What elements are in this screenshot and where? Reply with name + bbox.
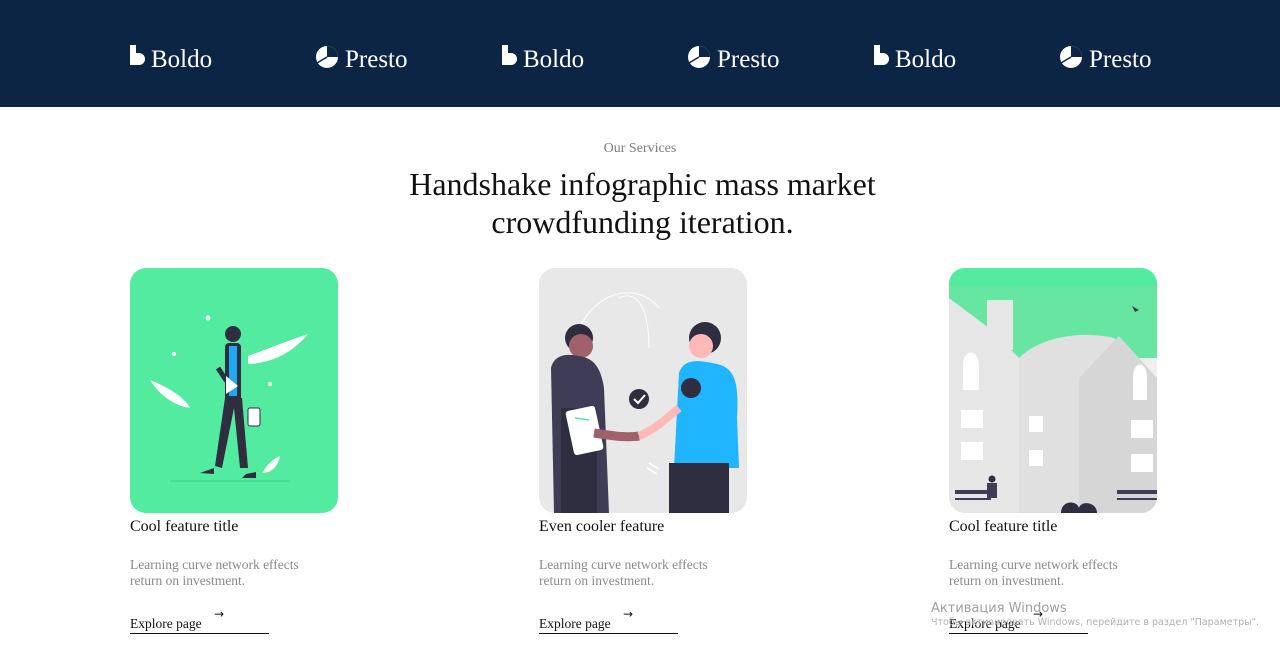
explore-page-link[interactable]: Explore page → [539,607,678,634]
presto-pie-icon [315,45,339,76]
description-line: Learning curve network effects [949,557,1118,572]
description-line: return on investment. [949,573,1065,588]
card-description: Learning curve network effects return on… [539,557,729,589]
boldo-b-icon [501,44,517,76]
description-line: Learning curve network effects [539,557,708,572]
windows-activation-watermark: Активация Windows Чтобы активировать Win… [931,601,1259,628]
explore-page-link[interactable]: Explore page → [130,607,269,634]
logo-presto[interactable]: Presto [315,44,408,76]
heading-line: crowdfunding iteration. [491,204,794,240]
arrow-right-icon: → [623,607,634,621]
service-card: Even cooler feature Learning curve netwo… [539,268,747,634]
boldo-b-icon [873,44,889,76]
watermark-subtitle: Чтобы активировать Windows, перейдите в … [931,617,1260,628]
logo-label: Boldo [523,46,585,73]
description-line: return on investment. [130,573,246,588]
section-heading: Handshake infographic mass market crowdf… [340,165,945,241]
explore-page-label: Explore page [539,616,611,631]
handshake-illustration [539,268,747,513]
heading-line: Handshake infographic mass market [409,166,876,202]
logo-label: Presto [717,46,780,73]
logo-presto[interactable]: Presto [687,44,780,76]
logo-label: Boldo [151,46,213,73]
card-title: Even cooler feature [539,518,665,535]
description-line: return on investment. [539,573,655,588]
logo-boldo[interactable]: Boldo [501,44,584,76]
logo-strip: Boldo Presto Boldo Presto Boldo Presto [0,0,1280,107]
arrow-right-icon: → [214,607,225,621]
logo-presto[interactable]: Presto [1059,44,1152,76]
logo-boldo[interactable]: Boldo [129,44,212,76]
logo-label: Presto [345,46,408,73]
service-card: Cool feature title Learning curve networ… [949,268,1157,634]
logo-label: Presto [1089,46,1152,73]
card-title: Cool feature title [130,518,239,535]
card-description: Learning curve network effects return on… [949,557,1139,589]
boldo-b-icon [129,44,145,76]
person-walking-illustration [130,268,338,513]
presto-pie-icon [687,45,711,76]
card-title: Cool feature title [949,518,1058,535]
presto-pie-icon [1059,45,1083,76]
card-description: Learning curve network effects return on… [130,557,320,589]
logo-label: Boldo [895,46,957,73]
description-line: Learning curve network effects [130,557,299,572]
watermark-title: Активация Windows [931,601,1067,616]
service-card: Cool feature title Learning curve networ… [130,268,338,634]
logo-boldo[interactable]: Boldo [873,44,956,76]
section-eyebrow: Our Services [603,141,677,156]
city-bench-illustration [949,268,1157,513]
explore-page-label: Explore page [130,616,202,631]
